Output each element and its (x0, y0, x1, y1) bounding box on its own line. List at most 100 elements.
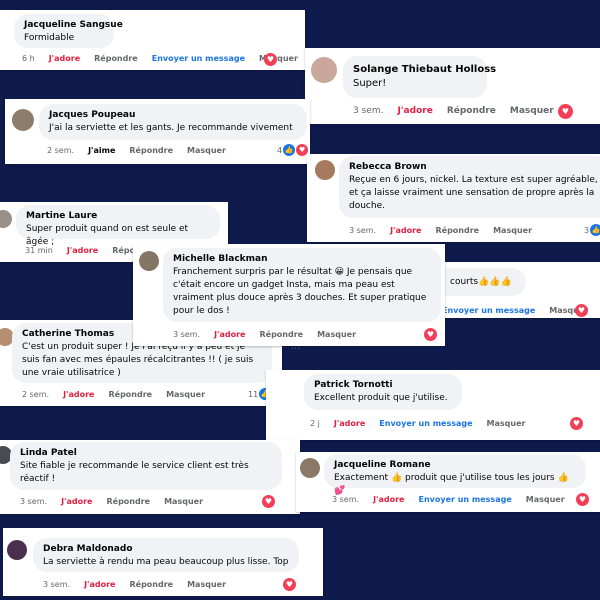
timestamp[interactable]: 3 sem. (349, 226, 376, 235)
reply-button[interactable]: Répondre (94, 54, 138, 63)
reply-button[interactable]: Répondre (259, 330, 303, 339)
heart-icon[interactable]: ♥ (264, 53, 277, 66)
comment-actions: 3 sem. J'adore Répondre Masquer (353, 106, 568, 116)
hide-button[interactable]: Masquer (187, 580, 226, 589)
comment-text: La serviette à rendu ma peau beaucoup pl… (43, 557, 289, 567)
commenter-name[interactable]: Michelle Blackman (173, 254, 431, 264)
comment-card: Debra Maldonado La serviette à rendu ma … (3, 528, 323, 596)
timestamp[interactable]: 2 j (310, 419, 320, 428)
hide-button[interactable]: Masquer (493, 226, 532, 235)
commenter-name[interactable]: Jacques Poupeau (49, 110, 297, 120)
commenter-name[interactable]: Debra Maldonado (43, 544, 289, 554)
heart-icon[interactable]: ♥ (558, 104, 573, 119)
timestamp[interactable]: 3 sem. (43, 580, 70, 589)
comment-bubble: Jacques Poupeau J'ai la serviette et les… (39, 104, 307, 140)
comment-actions: 3 sem. J'adore Répondre Masquer (43, 580, 240, 589)
commenter-name[interactable]: Jacqueline Romane (334, 460, 576, 470)
timestamp[interactable]: 6 h (22, 54, 35, 63)
more-options-icon[interactable]: ··· (291, 344, 301, 355)
send-message-button[interactable]: Envoyer un message (418, 495, 511, 504)
comment-card: Jacqueline Romane Exactement 👍 produit q… (296, 452, 600, 512)
avatar[interactable] (139, 251, 159, 271)
timestamp[interactable]: 3 sem. (353, 106, 383, 116)
heart-icon[interactable]: ♥ (575, 304, 588, 317)
love-button[interactable]: J'adore (390, 226, 421, 235)
comment-card: Solange Thiebaut Holloss Super! 3 sem. J… (305, 48, 600, 124)
timestamp[interactable]: 3 sem. (173, 330, 200, 339)
hide-button[interactable]: Masquer (526, 495, 565, 504)
commenter-name[interactable]: Martine Laure (26, 211, 210, 221)
timestamp[interactable]: 2 sem. (22, 390, 49, 399)
reaction-count[interactable]: 4 👍 ♥ (277, 144, 309, 156)
heart-icon[interactable]: ♥ (262, 495, 275, 508)
comment-card: Linda Patel Site fiable je recommande le… (0, 440, 300, 514)
comment-text: Formidable (24, 33, 75, 43)
reaction-number: 11 (248, 389, 259, 399)
timestamp[interactable]: 31 min (25, 246, 53, 255)
hide-button[interactable]: Masquer (487, 419, 526, 428)
hide-button[interactable]: Masquer (187, 146, 226, 155)
comment-bubble: Debra Maldonado La serviette à rendu ma … (33, 538, 299, 572)
like-button[interactable]: J'aime (88, 146, 115, 155)
comment-bubble: Rebecca Brown Reçue en 6 jours, nickel. … (339, 156, 600, 218)
love-button[interactable]: J'adore (397, 106, 432, 116)
comment-card: Rebecca Brown Reçue en 6 jours, nickel. … (307, 154, 600, 242)
comment-text: J'ai la serviette et les gants. Je recom… (49, 123, 293, 133)
reply-button[interactable]: Répondre (447, 106, 496, 116)
reply-button[interactable]: Répondre (129, 580, 173, 589)
comment-bubble: Patrick Tornotti Excellent produit que j… (304, 374, 462, 410)
avatar[interactable] (7, 540, 27, 560)
reply-button[interactable]: Répondre (129, 146, 173, 155)
hide-button[interactable]: Masquer (317, 330, 356, 339)
love-button[interactable]: J'adore (61, 497, 92, 506)
send-message-button[interactable]: Envoyer un message (442, 306, 535, 315)
comment-bubble: Jacqueline Romane Exactement 👍 produit q… (324, 454, 586, 496)
heart-icon[interactable]: ♥ (570, 417, 583, 430)
comment-text: Reçue en 6 jours, nickel. La texture est… (349, 175, 598, 211)
heart-icon[interactable]: ♥ (283, 578, 296, 591)
timestamp[interactable]: 3 sem. (20, 497, 47, 506)
love-button[interactable]: J'adore (214, 330, 245, 339)
heart-icon[interactable]: ♥ (424, 328, 437, 341)
comment-card: courts👍👍👍 Envoyer un message Masquer ♥ (420, 262, 600, 318)
love-button[interactable]: J'adore (63, 390, 94, 399)
love-button[interactable]: J'adore (67, 246, 98, 255)
comment-actions: 6 h J'adore Répondre Envoyer un message … (22, 54, 305, 63)
send-message-button[interactable]: Envoyer un message (379, 419, 472, 428)
reply-button[interactable]: Répondre (108, 390, 152, 399)
reply-button[interactable]: Répondre (106, 497, 150, 506)
avatar[interactable] (300, 458, 320, 478)
timestamp[interactable]: 2 sem. (47, 146, 74, 155)
love-button[interactable]: J'adore (84, 580, 115, 589)
comment-actions: 2 sem. J'adore Répondre Masquer (22, 390, 219, 399)
send-message-button[interactable]: Envoyer un message (152, 54, 245, 63)
hide-button[interactable]: Masquer (510, 106, 554, 116)
hide-button[interactable]: Masquer (166, 390, 205, 399)
love-button[interactable]: J'adore (334, 419, 365, 428)
comment-text: Franchement surpris par le résultat 😀 Je… (173, 267, 427, 316)
reaction-number: 3 (584, 225, 590, 235)
love-button[interactable]: J'adore (373, 495, 404, 504)
comment-bubble: Solange Thiebaut Holloss Super! (343, 56, 496, 98)
avatar[interactable] (0, 210, 12, 228)
avatar[interactable] (311, 57, 337, 83)
avatar[interactable] (315, 160, 335, 180)
comment-actions: 3 sem. J'adore Répondre Masquer (349, 226, 546, 235)
comment-actions: 2 sem. J'aime Répondre Masquer (47, 146, 240, 155)
comment-bubble: Martine Laure Super produit quand on est… (16, 205, 220, 247)
commenter-name[interactable]: Patrick Tornotti (314, 380, 452, 390)
reply-button[interactable]: Répondre (435, 226, 479, 235)
comment-card: Michelle Blackman Franchement surpris pa… (133, 244, 445, 346)
commenter-name[interactable]: Rebecca Brown (349, 162, 599, 172)
comment-actions: 3 sem. J'adore Répondre Masquer (173, 330, 370, 339)
commenter-name[interactable]: Linda Patel (20, 448, 272, 458)
heart-icon[interactable]: ♥ (576, 493, 589, 506)
avatar[interactable] (12, 109, 34, 131)
love-button[interactable]: J'adore (49, 54, 80, 63)
commenter-name[interactable]: Solange Thiebaut Holloss (353, 64, 496, 75)
timestamp[interactable]: 3 sem. (332, 495, 359, 504)
hide-button[interactable]: Masquer (164, 497, 203, 506)
commenter-name[interactable]: Jacqueline Sangsue (24, 20, 123, 30)
reaction-number: 4 (277, 145, 283, 155)
reaction-count[interactable]: 3 👍 (584, 224, 600, 236)
